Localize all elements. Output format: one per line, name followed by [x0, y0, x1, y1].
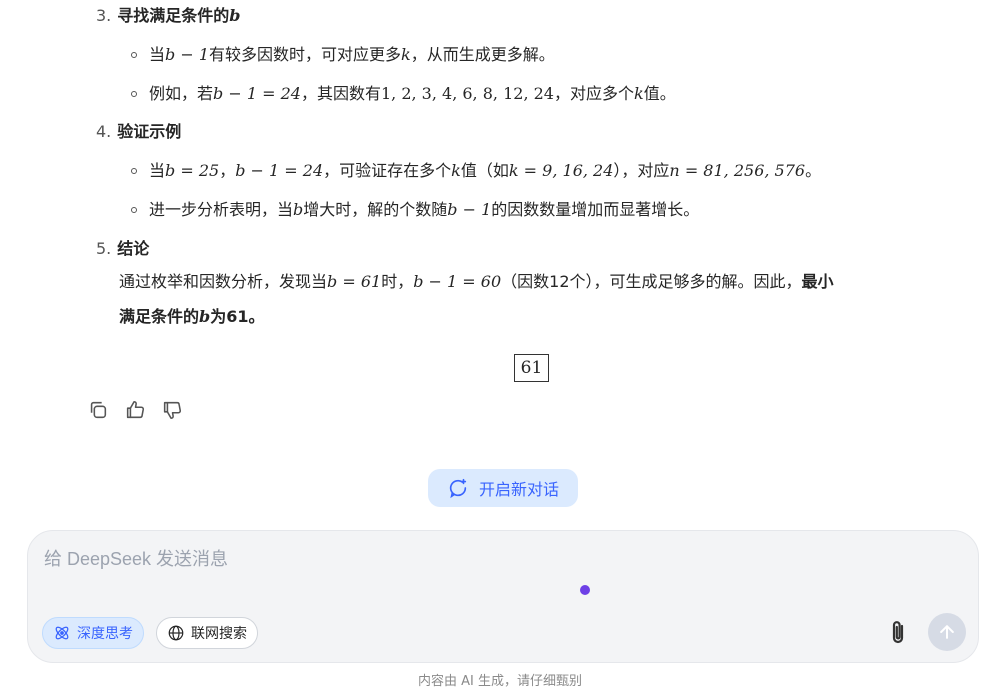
bullet-dot: [131, 168, 137, 174]
text: 当: [149, 45, 166, 64]
math: b: [293, 200, 304, 219]
chat-composer: 深度思考 联网搜索: [27, 530, 979, 663]
new-chat-label: 开启新对话: [478, 480, 559, 499]
text: 当: [149, 161, 166, 180]
section-number: 4.: [96, 122, 112, 141]
bullet-item: 例如，若 b − 1 = 24 ，其因数有 1, 2, 3, 4, 6, 8, 12,…: [131, 82, 676, 106]
math: b − 1: [165, 45, 210, 64]
text: ，对应多个: [553, 84, 634, 103]
globe-icon: [168, 625, 184, 641]
paperclip-icon[interactable]: [886, 619, 910, 647]
math: b − 1: [447, 200, 492, 219]
math: b − 1 = 60: [413, 272, 502, 291]
arrow-up-icon: [940, 625, 954, 639]
deep-think-toggle[interactable]: 深度思考: [42, 617, 144, 649]
bullet-dot: [131, 207, 137, 213]
message-actions: [86, 398, 184, 422]
text: 值（如: [460, 161, 509, 180]
text: 进一步分析表明，当: [149, 200, 294, 219]
message-input[interactable]: [44, 545, 924, 585]
math: b − 1 = 24: [213, 84, 301, 103]
bullet-dot: [131, 91, 137, 97]
boxed-answer: 61: [514, 354, 549, 382]
text: 有较多因数时，可对应更多: [209, 45, 402, 64]
new-chat-icon: [449, 478, 467, 499]
math: k = 9, 16, 24: [508, 161, 614, 180]
section-number: 5.: [96, 239, 112, 258]
section-5-heading: 5. 结论: [96, 237, 149, 261]
text: ，其因数有: [300, 84, 381, 103]
text: ），对应: [613, 161, 670, 180]
math-var: b: [199, 307, 211, 326]
bullet-item: 当b = 25， b − 1 = 24 ，可验证存在多个 k 值（如 k = 9, 16,…: [131, 159, 821, 183]
copy-icon[interactable]: [86, 398, 110, 422]
text: ，可验证存在多个: [323, 161, 452, 180]
section-4-heading: 4. 验证示例: [96, 120, 181, 144]
math-var: b: [229, 6, 241, 25]
math: 1, 2, 3, 4, 6, 8, 12, 24: [380, 84, 554, 103]
text: 的因数数量增加而显著增长。: [491, 200, 700, 219]
text: 通过枚举和因数分析，发现当: [119, 272, 328, 291]
bold-text: 满足条件的: [119, 307, 200, 326]
math: b = 25: [165, 161, 220, 180]
atom-icon: [55, 626, 69, 640]
thumbs-down-icon[interactable]: [160, 398, 184, 422]
section-3-heading: 3. 寻找满足条件的b: [96, 4, 240, 28]
thumbs-up-icon[interactable]: [123, 398, 147, 422]
text: （因数12个），可生成足够多的解。因此，: [501, 272, 802, 291]
new-chat-button[interactable]: 开启新对话: [428, 469, 578, 507]
text: 。: [805, 161, 822, 180]
bold-text: 最小: [801, 272, 834, 291]
ai-disclaimer: 内容由 AI 生成，请仔细甄别: [418, 674, 582, 689]
section-title: 寻找满足条件的b: [117, 4, 240, 28]
bold-text: 为61。: [210, 307, 265, 326]
bullet-dot: [131, 52, 137, 58]
math: n = 81, 256, 576: [669, 161, 806, 180]
section-title-text: 寻找满足条件的: [117, 6, 230, 25]
bullet-item: 当b − 1 有较多因数时，可对应更多 k ，从而生成更多解。: [131, 43, 555, 67]
status-dot: [580, 585, 590, 595]
math: k: [451, 161, 461, 180]
send-button[interactable]: [928, 613, 966, 651]
section-title: 验证示例: [117, 122, 182, 141]
section-title: 结论: [117, 239, 150, 258]
text: 增大时，解的个数随: [303, 200, 448, 219]
web-search-toggle[interactable]: 联网搜索: [156, 617, 258, 649]
math: b − 1 = 24: [235, 161, 324, 180]
math: b = 61: [327, 272, 382, 291]
math: k: [633, 84, 644, 103]
text: 时，: [381, 272, 414, 291]
web-search-label: 联网搜索: [191, 626, 247, 642]
math: k: [401, 45, 411, 64]
text: ，: [219, 161, 236, 180]
text: 例如，若: [149, 84, 214, 103]
section-number: 3.: [96, 6, 112, 25]
bullet-item: 进一步分析表明，当 b 增大时，解的个数随 b − 1 的因数数量增加而显著增长。: [131, 198, 699, 222]
deep-think-label: 深度思考: [77, 626, 133, 642]
text: ，从而生成更多解。: [410, 45, 555, 64]
conclusion-paragraph: 通过枚举和因数分析，发现当b = 61时，b − 1 = 60（因数12个），可…: [119, 264, 979, 334]
text: 值。: [643, 84, 676, 103]
